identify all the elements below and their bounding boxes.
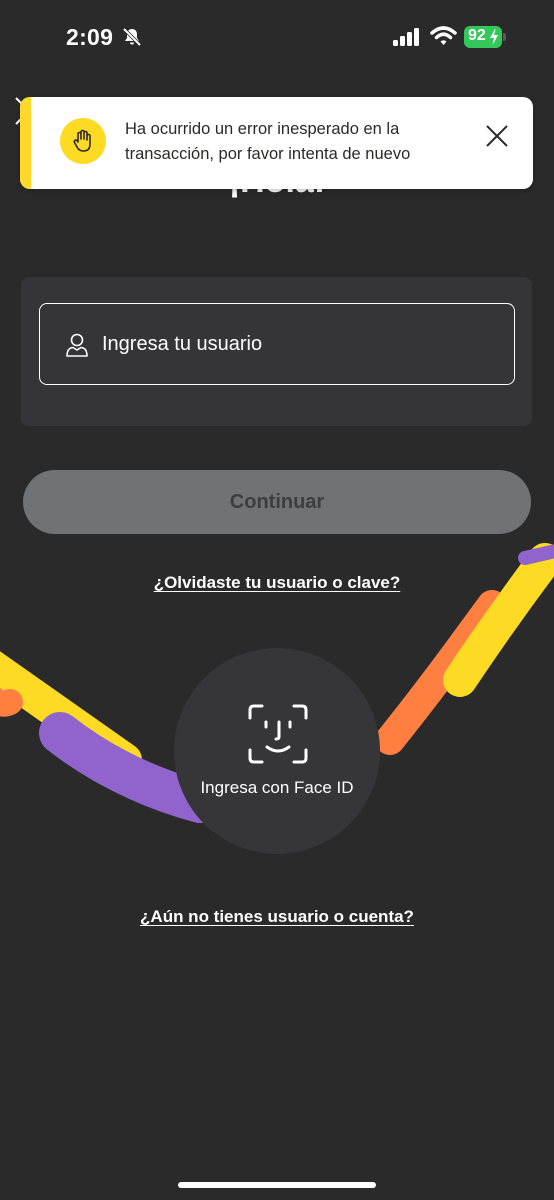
toast-accent-bar	[20, 97, 31, 189]
login-card	[21, 277, 532, 426]
user-icon	[66, 333, 88, 357]
signup-link[interactable]: ¿Aún no tienes usuario o cuenta?	[0, 907, 554, 927]
face-id-icon	[248, 704, 308, 764]
username-input[interactable]	[102, 322, 502, 366]
continue-button[interactable]: Continuar	[23, 470, 531, 534]
wifi-icon	[430, 26, 457, 45]
close-icon[interactable]	[482, 121, 512, 151]
faceid-button[interactable]: Ingresa con Face ID	[174, 648, 380, 854]
username-field[interactable]	[39, 303, 515, 385]
toast-message: Ha ocurrido un error inesperado en la tr…	[125, 120, 411, 163]
battery-indicator: 92	[464, 26, 506, 48]
battery-level: 92	[468, 27, 486, 44]
status-time: 2:09	[66, 24, 114, 50]
login-screen: 2:09 92 ¡Hola!	[0, 0, 554, 1200]
battery-charging-icon	[490, 29, 498, 45]
status-bar: 2:09 92	[0, 0, 554, 80]
battery-tip	[503, 33, 506, 41]
error-toast: Ha ocurrido un error inesperado en la tr…	[20, 97, 533, 189]
signal-icon	[393, 28, 419, 46]
hand-stop-icon	[73, 129, 91, 152]
bell-slash-icon	[122, 27, 142, 47]
toast-icon-badge	[60, 118, 106, 164]
faceid-label: Ingresa con Face ID	[200, 778, 354, 797]
home-indicator[interactable]	[178, 1182, 376, 1188]
forgot-credentials-link[interactable]: ¿Olvidaste tu usuario o clave?	[0, 573, 554, 593]
